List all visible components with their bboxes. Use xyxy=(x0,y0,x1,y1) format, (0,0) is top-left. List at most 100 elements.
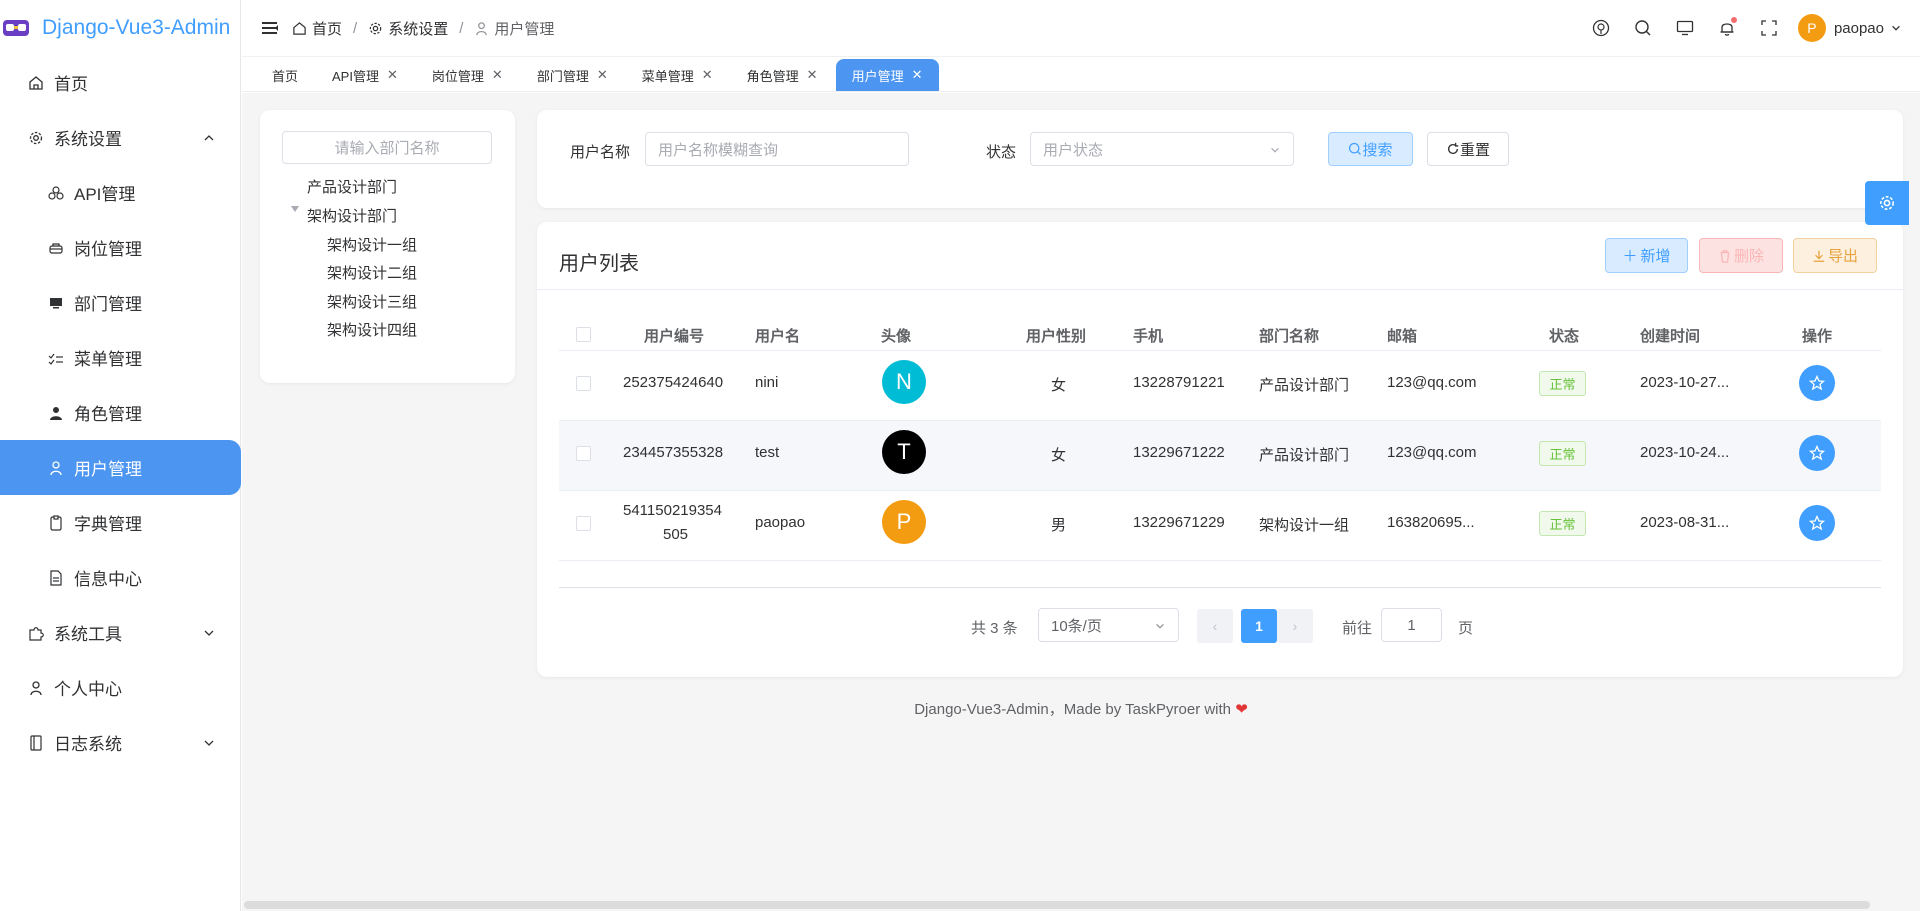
breadcrumb-item[interactable]: 首页 xyxy=(312,18,342,39)
gender-cell: 女 xyxy=(1051,447,1067,464)
close-icon[interactable]: ✕ xyxy=(807,67,818,83)
department-search-input[interactable]: 请输入部门名称 xyxy=(282,131,492,164)
status-select[interactable]: 用户状态 xyxy=(1030,132,1294,166)
star-icon xyxy=(1809,515,1825,531)
breadcrumb: 首页 / 系统设置 / 用户管理 xyxy=(292,18,554,39)
close-icon[interactable]: ✕ xyxy=(702,67,713,83)
avatar: N xyxy=(882,360,926,404)
tab-department[interactable]: 部门管理 ✕ xyxy=(521,59,624,91)
dept-cell: 产品设计部门 xyxy=(1259,377,1350,394)
search-button[interactable]: 搜索 xyxy=(1328,132,1413,166)
prev-page-button[interactable]: ‹ xyxy=(1197,609,1233,643)
chevron-down-icon[interactable] xyxy=(1890,22,1902,34)
column-header: 创建时间 xyxy=(1640,328,1701,345)
next-page-button[interactable]: › xyxy=(1277,609,1313,643)
username-cell: paopao xyxy=(755,514,806,531)
breadcrumb-separator: / xyxy=(459,19,464,37)
breadcrumb-item[interactable]: 系统设置 xyxy=(388,18,448,39)
gear-icon xyxy=(368,21,383,36)
search-form-card: 用户名称 用户名称模糊查询 状态 用户状态 搜索 重置 xyxy=(537,110,1903,208)
created-cell: 2023-10-24... xyxy=(1640,444,1730,461)
row-checkbox[interactable] xyxy=(576,446,591,461)
row-checkbox[interactable] xyxy=(576,376,591,391)
bell-icon[interactable] xyxy=(1706,17,1748,37)
close-icon[interactable]: ✕ xyxy=(492,67,503,83)
menu-label: 菜单管理 xyxy=(74,350,142,369)
tree-node[interactable]: 架构设计三组 xyxy=(327,291,417,312)
menu-item-role[interactable]: 角色管理 xyxy=(0,385,240,440)
tree-node[interactable]: 架构设计一组 xyxy=(327,234,417,255)
export-button[interactable]: 导出 xyxy=(1793,238,1877,273)
tree-node[interactable]: 架构设计部门 xyxy=(307,205,397,226)
menu-item-dictionary[interactable]: 字典管理 xyxy=(0,495,240,550)
trash-icon xyxy=(1720,249,1730,263)
expand-triangle-icon[interactable] xyxy=(291,206,299,212)
phone-cell: 13229671229 xyxy=(1133,514,1225,531)
tab-home[interactable]: 首页 xyxy=(256,59,314,91)
username[interactable]: paopao xyxy=(1834,20,1884,37)
breadcrumb-item-current: 用户管理 xyxy=(494,20,555,38)
user-icon xyxy=(474,21,489,36)
notebook-icon xyxy=(28,734,44,751)
delete-button[interactable]: 删除 xyxy=(1699,238,1783,273)
footer: Django-Vue3-Admin，Made by TaskPyroer wit… xyxy=(242,698,1920,719)
status-select-placeholder: 用户状态 xyxy=(1043,141,1104,159)
tab-position[interactable]: 岗位管理 ✕ xyxy=(416,59,519,91)
goto-label: 前往 xyxy=(1342,620,1373,637)
home-icon xyxy=(28,75,44,91)
horizontal-scrollbar[interactable] xyxy=(244,901,1870,909)
tab-label: 用户管理 xyxy=(851,68,904,84)
avatar: P xyxy=(882,500,926,544)
tab-role[interactable]: 角色管理 ✕ xyxy=(731,59,834,91)
close-icon[interactable]: ✕ xyxy=(387,67,398,83)
menu-item-log-system[interactable]: 日志系统 xyxy=(0,715,240,770)
page-size-select[interactable]: 10条/页 xyxy=(1038,608,1179,642)
user-list-card: 用户列表 ＋新增 删除 导出 用户编号 用户名 头像 用户性别 手机 部门名称 … xyxy=(537,222,1903,677)
tree-node[interactable]: 架构设计二组 xyxy=(327,262,417,283)
row-divider xyxy=(559,560,1881,561)
tab-user[interactable]: 用户管理 ✕ xyxy=(835,59,939,91)
menu-item-menu[interactable]: 菜单管理 xyxy=(0,330,240,385)
close-icon[interactable]: ✕ xyxy=(912,67,923,83)
add-user-button[interactable]: ＋新增 xyxy=(1605,238,1688,273)
column-header: 用户编号 xyxy=(644,328,705,345)
header-actions: P paopao xyxy=(1580,0,1902,56)
action-button[interactable] xyxy=(1799,435,1835,471)
action-button[interactable] xyxy=(1799,365,1835,401)
close-icon[interactable]: ✕ xyxy=(597,67,608,83)
github-icon[interactable] xyxy=(1580,19,1622,37)
tab-menu[interactable]: 菜单管理 ✕ xyxy=(626,59,729,91)
row-checkbox[interactable] xyxy=(576,516,591,531)
tree-node[interactable]: 架构设计四组 xyxy=(327,319,417,340)
action-button[interactable] xyxy=(1799,505,1835,541)
logo[interactable]: Django-Vue3-Admin xyxy=(0,0,240,55)
menu-item-position[interactable]: 岗位管理 xyxy=(0,220,240,275)
screen-icon[interactable] xyxy=(1664,19,1706,37)
menu-collapse-icon[interactable] xyxy=(260,21,280,35)
page-number-current[interactable]: 1 xyxy=(1241,609,1277,643)
reset-button[interactable]: 重置 xyxy=(1427,132,1509,166)
username-search-input[interactable]: 用户名称模糊查询 xyxy=(645,132,909,166)
tab-label: 菜单管理 xyxy=(641,68,694,84)
fullscreen-icon[interactable] xyxy=(1748,20,1790,36)
select-all-checkbox[interactable] xyxy=(576,327,591,342)
clipboard-icon xyxy=(48,514,64,531)
menu-item-system-tools[interactable]: 系统工具 xyxy=(0,605,240,660)
tree-node[interactable]: 产品设计部门 xyxy=(307,176,397,197)
email-cell: 123@qq.com xyxy=(1387,444,1477,461)
gear-icon xyxy=(1880,196,1894,210)
goto-page-input[interactable]: 1 xyxy=(1381,608,1442,642)
menu-item-personal-center[interactable]: 个人中心 xyxy=(0,660,240,715)
menu-item-department[interactable]: 部门管理 xyxy=(0,275,240,330)
menu-item-home[interactable]: 首页 xyxy=(0,55,240,110)
menu-item-system-settings[interactable]: 系统设置 xyxy=(0,110,240,165)
email-cell: 123@qq.com xyxy=(1387,374,1477,391)
status-badge: 正常 xyxy=(1539,511,1586,536)
menu-item-message-center[interactable]: 信息中心 xyxy=(0,550,240,605)
menu-item-api[interactable]: API管理 xyxy=(0,165,240,220)
menu-item-user[interactable]: 用户管理 xyxy=(0,440,241,495)
settings-float-button[interactable] xyxy=(1865,181,1909,225)
tab-api[interactable]: API管理 ✕ xyxy=(316,59,414,91)
search-icon[interactable] xyxy=(1622,19,1664,37)
avatar[interactable]: P xyxy=(1797,14,1826,42)
